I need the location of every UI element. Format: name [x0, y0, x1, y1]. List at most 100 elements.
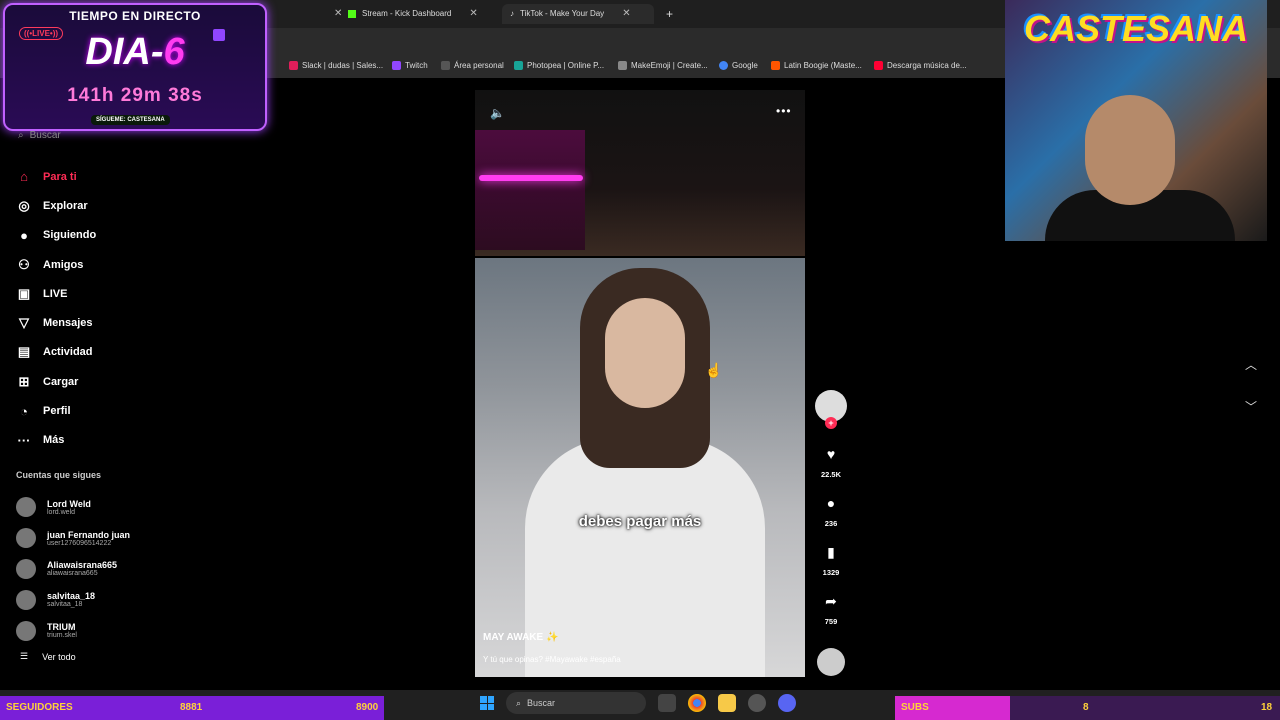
- avatar: [16, 558, 36, 579]
- video-caption: debes pagar más: [578, 513, 702, 530]
- folder-icon[interactable]: [718, 694, 736, 712]
- bookmark-area-personal[interactable]: Área personal: [441, 61, 504, 70]
- like-button[interactable]: ♥ 22.5K: [815, 446, 847, 479]
- obs-icon[interactable]: [748, 694, 766, 712]
- share-icon: ➦: [825, 593, 837, 609]
- sidebar-item-más[interactable]: ··· Más: [16, 426, 96, 455]
- sidebar-item-label: Mensajes: [43, 317, 93, 330]
- chrome-icon[interactable]: [688, 694, 706, 712]
- bookmark-latin-boogie[interactable]: Latin Boogie (Maste...: [771, 61, 862, 70]
- activity-icon: ▤: [17, 344, 31, 360]
- bookmark-twitch[interactable]: Twitch: [392, 61, 428, 70]
- bookmark-makeemoji[interactable]: MakeEmoji | Create...: [618, 61, 708, 70]
- search-input[interactable]: ⌕ Buscar: [18, 130, 61, 141]
- sidebar-item-explorar[interactable]: ◎ Explorar: [16, 191, 96, 220]
- avatar-icon: ●: [20, 227, 28, 243]
- day-counter: DIA-6: [5, 31, 265, 74]
- home-icon: ⌂: [20, 169, 28, 185]
- compass-icon: ◎: [18, 197, 30, 213]
- tab-close-icon[interactable]: ✕: [322, 4, 342, 24]
- bookmark-descarga[interactable]: Descarga música de...: [874, 61, 967, 70]
- see-all-label: Ver todo: [42, 651, 76, 662]
- makeemoji-icon: [618, 61, 627, 70]
- following-handle: aliawaisrana665: [47, 570, 98, 578]
- bookmark-slack[interactable]: Slack | dudas | Sales...: [289, 61, 383, 70]
- bookmark-label: Área personal: [454, 61, 504, 70]
- following-name: juan Fernando juan: [47, 529, 131, 540]
- video-author[interactable]: MAY AWAKE ✨: [483, 632, 558, 643]
- sidebar-item-siguiendo[interactable]: ● Siguiendo: [16, 221, 96, 250]
- task-view-icon[interactable]: [658, 694, 676, 712]
- avatar: [16, 589, 36, 610]
- bookmark-photopea[interactable]: Photopea | Online P...: [514, 61, 604, 70]
- neon-light: [479, 175, 583, 181]
- tab-label: Stream - Kick Dashboard: [362, 9, 452, 18]
- more-options-icon[interactable]: •••: [776, 104, 792, 118]
- search-placeholder: Buscar: [29, 130, 61, 141]
- following-item[interactable]: Aliawaisrana665 aliawaisrana665: [16, 554, 130, 585]
- sidebar-item-label: Perfil: [43, 405, 71, 418]
- bookmark-label: MakeEmoji | Create...: [631, 61, 708, 70]
- sidebar-item-mensajes[interactable]: ▽ Mensajes: [16, 308, 96, 337]
- share-button[interactable]: ➦ 759: [815, 593, 847, 626]
- google-icon: [719, 61, 728, 70]
- close-icon[interactable]: ✕: [469, 4, 477, 24]
- following-item[interactable]: Lord Weld lord.weld: [16, 492, 130, 523]
- close-icon[interactable]: ✕: [622, 4, 630, 24]
- sidebar-item-label: Más: [43, 434, 65, 447]
- save-button[interactable]: ▮ 1329: [815, 544, 847, 577]
- followers-label: SEGUIDORES: [6, 702, 73, 713]
- messages-icon: ▽: [19, 315, 29, 331]
- following-item[interactable]: juan Fernando juan user1276096514222: [16, 523, 130, 554]
- see-all-link[interactable]: ☰ Ver todo: [20, 651, 76, 662]
- following-list: Lord Weld lord.weld juan Fernando juan user…: [16, 492, 130, 646]
- windows-start-icon[interactable]: [480, 696, 494, 710]
- sidebar-item-label: Explorar: [43, 199, 88, 212]
- subs-goal: 18: [1261, 702, 1273, 713]
- previous-video[interactable]: [475, 90, 805, 256]
- following-info: Aliawaisrana665 aliawaisrana665: [47, 560, 117, 577]
- bookmark-icon: ▮: [827, 544, 835, 560]
- discord-icon[interactable]: [778, 694, 796, 712]
- follow-plus-icon[interactable]: +: [825, 417, 837, 429]
- sidebar-item-para-ti[interactable]: ⌂ Para ti: [16, 162, 96, 191]
- chevron-down-icon[interactable]: ﹀: [1245, 398, 1257, 415]
- following-item[interactable]: TRIUM trium.skel: [16, 615, 130, 646]
- sidebar-item-amigos[interactable]: ⚇ Amigos: [16, 250, 96, 279]
- bookmark-label: Photopea | Online P...: [527, 61, 605, 70]
- creator-avatar[interactable]: +: [815, 390, 847, 429]
- following-item[interactable]: salvitaa_18 salvitaa_18: [16, 584, 130, 615]
- sidebar-item-actividad[interactable]: ▤ Actividad: [16, 338, 96, 367]
- sidebar-item-perfil[interactable]: ◔ Perfil: [16, 396, 96, 425]
- music-disc-avatar[interactable]: [817, 648, 845, 676]
- follow-banner: SÍGUEME: CASTESANA: [91, 115, 170, 125]
- profile-icon: ◔: [20, 403, 28, 419]
- live-time-overlay: TIEMPO EN DIRECTO ((•LIVE•)) DIA-6 141h …: [3, 3, 267, 131]
- volume-icon[interactable]: 🔈: [490, 106, 505, 120]
- bookmark-label: Twitch: [405, 61, 428, 70]
- new-tab-icon[interactable]: +: [666, 4, 673, 24]
- comment-button[interactable]: ● 236: [815, 495, 847, 528]
- like-count: 22.5K: [820, 470, 841, 479]
- following-info: juan Fernando juan user1276096514222: [47, 530, 130, 547]
- friends-icon: ⚇: [18, 256, 30, 272]
- sidebar-item-live[interactable]: ▣ LIVE: [16, 279, 96, 308]
- following-handle: trium.skel: [47, 632, 77, 640]
- tab-tiktok[interactable]: ♪ TikTok - Make Your Day ✕: [502, 4, 654, 24]
- day-prefix: DIA-: [85, 31, 164, 73]
- subs-goal-bar: SUBS 8 18: [895, 696, 1280, 720]
- chevron-up-icon[interactable]: ︿: [1245, 356, 1257, 373]
- video-player[interactable]: debes pagar más MAY AWAKE ✨ Y tú que opi…: [475, 258, 805, 677]
- share-count: 759: [824, 617, 838, 626]
- streamer-head: [1085, 95, 1175, 205]
- bookmark-google[interactable]: Google: [719, 61, 758, 70]
- following-name: TRIUM: [47, 622, 76, 633]
- followers-goal: 8900: [356, 702, 379, 713]
- sidebar-item-cargar[interactable]: ⊞ Cargar: [16, 367, 96, 396]
- sidebar-item-label: Actividad: [43, 346, 93, 359]
- sidebar-item-label: LIVE: [43, 287, 68, 300]
- following-name: Lord Weld: [47, 498, 91, 509]
- video-actions: + ♥ 22.5K ● 236 ▮ 1329 ➦ 759: [815, 390, 847, 626]
- tab-kick-dashboard[interactable]: Stream - Kick Dashboard ✕: [348, 4, 478, 24]
- taskbar-search[interactable]: ⌕ Buscar: [506, 692, 646, 714]
